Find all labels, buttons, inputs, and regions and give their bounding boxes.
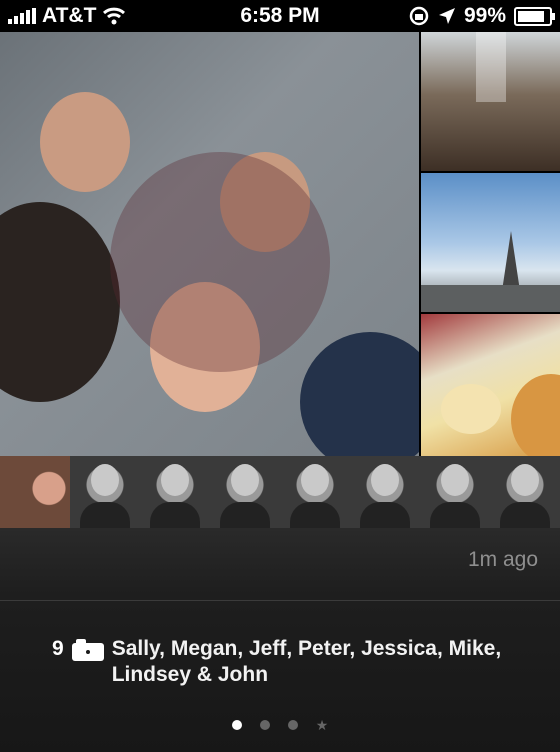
person-head xyxy=(0,202,120,402)
photo-group-selfie[interactable] xyxy=(0,32,419,456)
people-names[interactable]: Sally, Megan, Jeff, Peter, Jessica, Mike… xyxy=(112,636,532,688)
person-body xyxy=(300,332,419,456)
photo-market-hall[interactable] xyxy=(421,32,560,171)
photo-collage[interactable] xyxy=(0,32,560,456)
post-info-panel: 1m ago 9 Sally, Megan, Jeff, Peter, Jess… xyxy=(0,528,560,752)
participant-thumb[interactable] xyxy=(140,456,210,528)
star-icon[interactable]: ★ xyxy=(316,718,329,732)
photo-city-skyline[interactable] xyxy=(421,173,560,312)
battery-fill xyxy=(518,10,544,22)
page-dot[interactable] xyxy=(287,720,298,730)
photo-count: 9 xyxy=(52,637,64,660)
page-dot[interactable] xyxy=(231,720,242,730)
skylight xyxy=(476,32,506,102)
participant-thumb[interactable] xyxy=(280,456,350,528)
person-face xyxy=(40,92,130,192)
participant-thumb[interactable] xyxy=(490,456,560,528)
rotation-lock-icon xyxy=(409,6,429,26)
post-meta: 9 Sally, Megan, Jeff, Peter, Jessica, Mi… xyxy=(52,636,532,688)
participant-thumb[interactable] xyxy=(420,456,490,528)
plaid-shirt xyxy=(110,152,330,372)
participants-strip[interactable] xyxy=(0,456,560,528)
participant-thumb[interactable] xyxy=(70,456,140,528)
camera-icon xyxy=(71,639,104,661)
cheese-wheel xyxy=(511,374,560,456)
page-dot[interactable] xyxy=(259,720,270,730)
status-right: 99% xyxy=(408,4,555,28)
divider xyxy=(0,600,560,601)
page-indicator[interactable]: ★ xyxy=(0,718,560,732)
location-icon xyxy=(438,8,455,24)
cheese-block xyxy=(441,384,501,434)
photo-cheese-counter[interactable] xyxy=(421,314,560,456)
participant-thumb[interactable] xyxy=(210,456,280,528)
buildings xyxy=(421,285,560,312)
battery-icon xyxy=(514,6,555,26)
participant-thumb[interactable] xyxy=(0,456,70,528)
battery-label: 99% xyxy=(463,4,506,27)
timestamp: 1m ago xyxy=(467,548,538,571)
status-bar: AT&T 6:58 PM 99% xyxy=(0,0,560,32)
participant-thumb[interactable] xyxy=(350,456,420,528)
